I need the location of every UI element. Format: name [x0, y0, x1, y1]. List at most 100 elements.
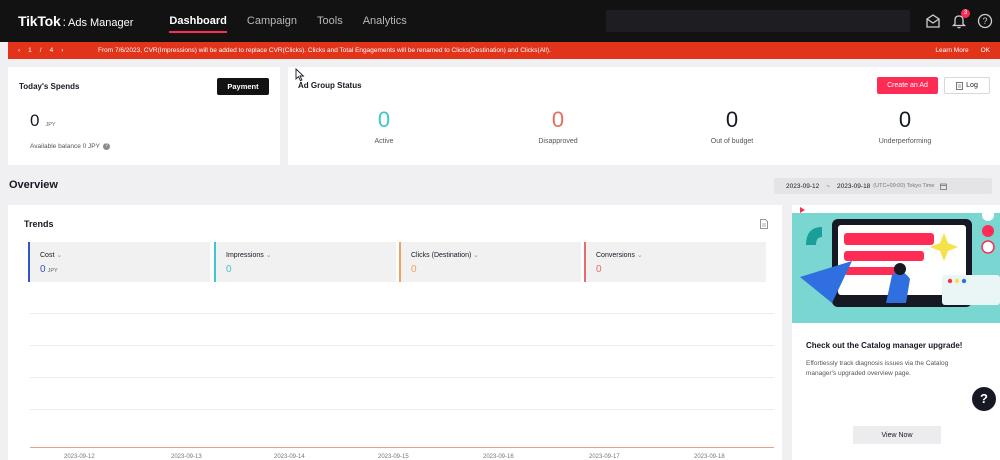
- x-axis-date: 2023-09-15: [378, 454, 409, 460]
- status-disapproved-label: Disapproved: [538, 138, 578, 145]
- main-nav: Dashboard Campaign Tools Analytics: [159, 0, 416, 42]
- metric-card-impressions[interactable]: Impressions ⌄ 0: [214, 242, 396, 282]
- logo-brand: TikTok: [18, 13, 61, 29]
- metric-conversions-color-bar: [584, 242, 586, 282]
- promo-description: Effortlessly track diagnosis issues via …: [806, 360, 949, 377]
- banner-pager: ‹ 1 / 4 ›: [18, 47, 98, 54]
- banner-learn-more-link[interactable]: Learn More: [935, 47, 968, 54]
- metric-cost-name: Cost: [40, 252, 55, 259]
- x-axis-date: 2023-09-14: [274, 454, 305, 460]
- catalog-promo-card: Check out the Catalog manager upgrade! E…: [792, 205, 1000, 460]
- document-icon: [956, 81, 964, 90]
- date-range-picker[interactable]: 2023-09-12 ~ 2023-09-18 (UTC+09:00) Toky…: [774, 178, 992, 194]
- top-navigation-bar: TikTok : Ads Manager Dashboard Campaign …: [0, 0, 1000, 42]
- status-underperforming[interactable]: 0 Underperforming: [845, 107, 965, 145]
- chevron-left-icon[interactable]: ‹: [18, 47, 20, 54]
- status-active-count: 0: [377, 107, 391, 132]
- nav-campaign[interactable]: Campaign: [237, 0, 307, 42]
- status-active[interactable]: 0 Active: [324, 107, 444, 145]
- chevron-down-icon: ⌄: [473, 252, 480, 259]
- status-out-of-budget-count: 0: [725, 107, 739, 132]
- metric-clicks-value: 0: [411, 264, 417, 275]
- metric-cost-name-row: Cost ⌄: [40, 251, 62, 259]
- create-ad-button[interactable]: Create an Ad: [877, 77, 938, 94]
- metric-cost-value-row: 0 JPY: [40, 264, 58, 275]
- chevron-down-icon: ⌄: [636, 252, 643, 259]
- timezone-label: (UTC+09:00) Tokyo Time: [873, 183, 935, 189]
- help-circle-icon[interactable]: ?: [976, 12, 994, 30]
- status-underperforming-count: 0: [898, 107, 912, 132]
- metric-clicks-color-bar: [399, 242, 401, 282]
- metric-cost-unit: JPY: [47, 268, 58, 274]
- log-button-label: Log: [966, 82, 978, 89]
- metric-impressions-color-bar: [214, 242, 216, 282]
- date-end: 2023-09-18: [837, 182, 871, 190]
- banner-ok-button[interactable]: OK: [981, 47, 990, 54]
- info-icon[interactable]: ?: [102, 143, 110, 150]
- inbox-icon[interactable]: [924, 12, 942, 30]
- tiktok-ads-logo[interactable]: TikTok : Ads Manager: [18, 13, 133, 29]
- trends-card: Trends Cost ⌄ 0 JPY Impressions ⌄ 0 Click…: [8, 205, 782, 460]
- metric-clicks-name: Clicks (Destination): [411, 252, 472, 259]
- spends-currency: JPY: [45, 122, 56, 128]
- chart-gridline: [30, 409, 774, 410]
- chevron-down-icon: ⌄: [56, 252, 63, 259]
- metric-conversions-name-row: Conversions ⌄: [596, 251, 643, 259]
- announcement-banner: ‹ 1 / 4 › From 7/6/2023, CVR(Impressions…: [8, 42, 1000, 59]
- payment-button[interactable]: Payment: [217, 78, 269, 95]
- banner-current-page: 1: [28, 47, 32, 54]
- banner-message: From 7/6/2023, CVR(Impressions) will be …: [98, 47, 551, 54]
- account-search-box[interactable]: [606, 10, 910, 32]
- date-separator: ~: [826, 182, 831, 190]
- log-button[interactable]: Log: [944, 77, 990, 94]
- status-disapproved[interactable]: 0 Disapproved: [498, 107, 618, 145]
- x-axis-date: 2023-09-12: [64, 454, 95, 460]
- calendar-icon: [940, 183, 948, 190]
- x-axis-date: 2023-09-13: [171, 454, 202, 460]
- status-underperforming-label: Underperforming: [878, 138, 932, 145]
- chart-baseline: [30, 447, 774, 448]
- view-now-button[interactable]: View Now: [853, 426, 941, 444]
- catalog-promo-illustration: [792, 205, 1000, 323]
- metric-cost-value: 0: [40, 264, 46, 275]
- overview-title: Overview: [9, 179, 58, 191]
- nav-tools[interactable]: Tools: [307, 0, 353, 42]
- nav-analytics[interactable]: Analytics: [353, 0, 417, 42]
- metric-cost-color-bar: [28, 242, 30, 282]
- spends-amount: 0: [30, 111, 40, 130]
- metric-card-conversions[interactable]: Conversions ⌄ 0: [584, 242, 766, 282]
- notification-count-badge: 3: [961, 9, 970, 18]
- logo-separator: :: [62, 15, 66, 29]
- status-out-of-budget[interactable]: 0 Out of budget: [672, 107, 792, 145]
- metric-conversions-name: Conversions: [596, 252, 635, 259]
- logo-product: Ads Manager: [67, 17, 134, 29]
- chevron-right-icon[interactable]: ›: [61, 47, 63, 54]
- x-axis-date: 2023-09-17: [589, 454, 620, 460]
- chevron-down-icon: ⌄: [265, 252, 272, 259]
- spends-title: Today's Spends: [19, 82, 80, 91]
- download-report-icon[interactable]: [760, 219, 768, 229]
- help-chat-button[interactable]: ?: [972, 387, 996, 411]
- metric-impressions-value: 0: [226, 264, 232, 275]
- svg-text:?: ?: [982, 16, 987, 26]
- trends-title: Trends: [24, 219, 54, 229]
- ad-group-status-title: Ad Group Status: [298, 81, 362, 90]
- date-start: 2023-09-12: [786, 182, 820, 190]
- chart-gridline: [30, 313, 774, 314]
- mouse-cursor-icon: [295, 68, 305, 82]
- spends-amount-row: 0 JPY: [30, 111, 56, 131]
- x-axis-date: 2023-09-18: [694, 454, 725, 460]
- metric-card-cost[interactable]: Cost ⌄ 0 JPY: [28, 242, 210, 282]
- metric-impressions-name-row: Impressions ⌄: [226, 251, 272, 259]
- metric-card-clicks-destination[interactable]: Clicks (Destination) ⌄ 0: [399, 242, 581, 282]
- ad-group-status-card: Ad Group Status Create an Ad Log 0 Activ…: [288, 67, 1000, 165]
- nav-dashboard[interactable]: Dashboard: [159, 0, 236, 42]
- metric-conversions-value: 0: [596, 264, 602, 275]
- chart-gridline: [30, 377, 774, 378]
- metric-clicks-name-row: Clicks (Destination) ⌄: [411, 251, 479, 259]
- available-balance-row: Available balance 0 JPY ?: [30, 143, 110, 150]
- metric-impressions-name: Impressions: [226, 252, 264, 259]
- available-balance-text: Available balance 0 JPY: [30, 143, 100, 150]
- promo-title: Check out the Catalog manager upgrade!: [806, 341, 963, 350]
- status-out-of-budget-label: Out of budget: [710, 138, 754, 145]
